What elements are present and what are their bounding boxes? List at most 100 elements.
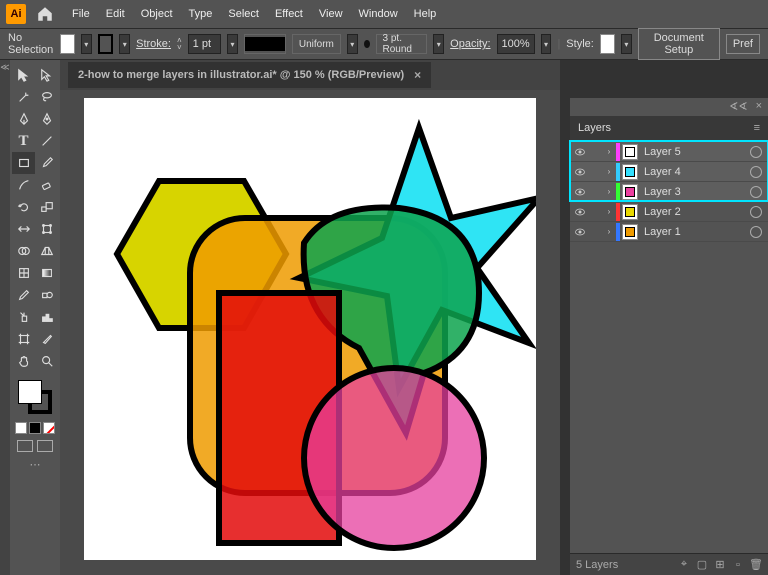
visibility-toggle-icon[interactable] xyxy=(572,146,588,158)
panel-close-icon[interactable]: × xyxy=(756,100,762,114)
brush-dropdown-icon[interactable]: ▾ xyxy=(433,34,444,54)
locate-object-icon[interactable]: ⌖ xyxy=(678,559,690,571)
layer-name-label[interactable]: Layer 5 xyxy=(640,146,748,158)
width-tool[interactable] xyxy=(12,218,35,240)
stroke-label[interactable]: Stroke: xyxy=(136,38,171,50)
preferences-button[interactable]: Pref xyxy=(726,34,760,54)
home-icon[interactable] xyxy=(36,5,54,23)
layer-row[interactable]: › Layer 2 xyxy=(570,202,768,222)
target-icon[interactable] xyxy=(750,186,762,198)
eyedropper-tool[interactable] xyxy=(12,284,35,306)
stroke-weight-dropdown-icon[interactable]: ▾ xyxy=(227,34,238,54)
target-icon[interactable] xyxy=(750,146,762,158)
selection-tool[interactable] xyxy=(12,64,35,86)
expand-layer-icon[interactable]: › xyxy=(604,187,614,196)
layer-row[interactable]: › Layer 1 xyxy=(570,222,768,242)
graphic-style-swatch[interactable] xyxy=(600,34,615,54)
layer-name-label[interactable]: Layer 4 xyxy=(640,166,748,178)
menu-edit[interactable]: Edit xyxy=(98,4,133,24)
layer-name-label[interactable]: Layer 2 xyxy=(640,206,748,218)
expand-layer-icon[interactable]: › xyxy=(604,207,614,216)
close-tab-icon[interactable]: × xyxy=(414,68,421,82)
menu-help[interactable]: Help xyxy=(406,4,445,24)
expand-layer-icon[interactable]: › xyxy=(604,147,614,156)
visibility-toggle-icon[interactable] xyxy=(572,186,588,198)
menu-object[interactable]: Object xyxy=(133,4,181,24)
layer-row[interactable]: › Layer 5 xyxy=(570,142,768,162)
stroke-weight-input[interactable]: 1 pt xyxy=(188,34,221,54)
menu-select[interactable]: Select xyxy=(220,4,267,24)
target-icon[interactable] xyxy=(750,166,762,178)
opacity-dropdown-icon[interactable]: ▾ xyxy=(541,34,552,54)
shaper-tool[interactable] xyxy=(12,174,35,196)
rotate-tool[interactable] xyxy=(12,196,35,218)
make-clipping-mask-icon[interactable]: ▢ xyxy=(696,559,708,571)
layer-name-label[interactable]: Layer 3 xyxy=(640,186,748,198)
fill-dropdown-icon[interactable]: ▾ xyxy=(81,34,92,54)
rectangle-tool[interactable] xyxy=(12,152,35,174)
menu-window[interactable]: Window xyxy=(351,4,406,24)
lasso-tool[interactable] xyxy=(35,86,58,108)
line-segment-tool[interactable] xyxy=(35,130,58,152)
color-fill-mode[interactable] xyxy=(15,422,27,434)
profile-dropdown-icon[interactable]: ▾ xyxy=(347,34,358,54)
artboard-tool[interactable] xyxy=(12,328,35,350)
layer-row[interactable]: › Layer 3 xyxy=(570,182,768,202)
menu-type[interactable]: Type xyxy=(181,4,221,24)
layer-name-label[interactable]: Layer 1 xyxy=(640,226,748,238)
new-layer-icon[interactable]: ▫ xyxy=(732,559,744,571)
target-icon[interactable] xyxy=(750,226,762,238)
opacity-label[interactable]: Opacity: xyxy=(450,38,490,50)
pen-tool[interactable] xyxy=(12,108,35,130)
opacity-input[interactable]: 100% xyxy=(497,34,535,54)
gradient-tool[interactable] xyxy=(35,262,58,284)
perspective-grid-tool[interactable] xyxy=(35,240,58,262)
magic-wand-tool[interactable] xyxy=(12,86,35,108)
column-graph-tool[interactable] xyxy=(35,306,58,328)
delete-layer-icon[interactable]: 🗑 xyxy=(750,559,762,571)
shape-builder-tool[interactable] xyxy=(12,240,35,262)
stroke-dropdown-icon[interactable]: ▾ xyxy=(119,34,130,54)
brush-definition[interactable]: 3 pt. Round xyxy=(376,34,428,54)
zoom-tool[interactable] xyxy=(35,350,58,372)
visibility-toggle-icon[interactable] xyxy=(572,166,588,178)
hand-tool[interactable] xyxy=(12,350,35,372)
fill-swatch[interactable] xyxy=(60,34,75,54)
style-dropdown-icon[interactable]: ▾ xyxy=(621,34,632,54)
stroke-swatch[interactable] xyxy=(98,34,114,54)
stroke-style-preview[interactable] xyxy=(244,34,286,54)
menu-view[interactable]: View xyxy=(311,4,351,24)
expand-layer-icon[interactable]: › xyxy=(604,167,614,176)
menu-effect[interactable]: Effect xyxy=(267,4,311,24)
target-icon[interactable] xyxy=(750,206,762,218)
document-setup-button[interactable]: Document Setup xyxy=(638,28,720,60)
layer-row[interactable]: › Layer 4 xyxy=(570,162,768,182)
slice-tool[interactable] xyxy=(35,328,58,350)
document-tab[interactable]: 2-how to merge layers in illustrator.ai*… xyxy=(68,62,431,88)
left-gutter-icon[interactable]: ≪ xyxy=(0,60,10,575)
stepper-icon[interactable]: ˄˅ xyxy=(177,37,182,51)
panel-collapse-icon[interactable]: ∢∢ xyxy=(729,100,747,114)
new-sublayer-icon[interactable]: ⊞ xyxy=(714,559,726,571)
scale-tool[interactable] xyxy=(35,196,58,218)
variable-width-profile[interactable]: Uniform xyxy=(292,34,341,54)
gradient-fill-mode[interactable] xyxy=(29,422,41,434)
panel-menu-icon[interactable]: ≡ xyxy=(754,122,760,134)
paintbrush-tool[interactable] xyxy=(35,152,58,174)
curvature-tool[interactable] xyxy=(35,108,58,130)
draw-normal-icon[interactable] xyxy=(17,440,33,452)
fill-stroke-indicator[interactable] xyxy=(18,380,52,414)
free-transform-tool[interactable] xyxy=(35,218,58,240)
visibility-toggle-icon[interactable] xyxy=(572,206,588,218)
canvas[interactable] xyxy=(60,90,560,575)
eraser-tool[interactable] xyxy=(35,174,58,196)
mesh-tool[interactable] xyxy=(12,262,35,284)
menu-file[interactable]: File xyxy=(64,4,98,24)
expand-layer-icon[interactable]: › xyxy=(604,227,614,236)
none-fill-mode[interactable] xyxy=(43,422,55,434)
visibility-toggle-icon[interactable] xyxy=(572,226,588,238)
symbol-sprayer-tool[interactable] xyxy=(12,306,35,328)
draw-behind-icon[interactable] xyxy=(37,440,53,452)
direct-selection-tool[interactable] xyxy=(35,64,58,86)
type-tool[interactable]: T xyxy=(12,130,35,152)
